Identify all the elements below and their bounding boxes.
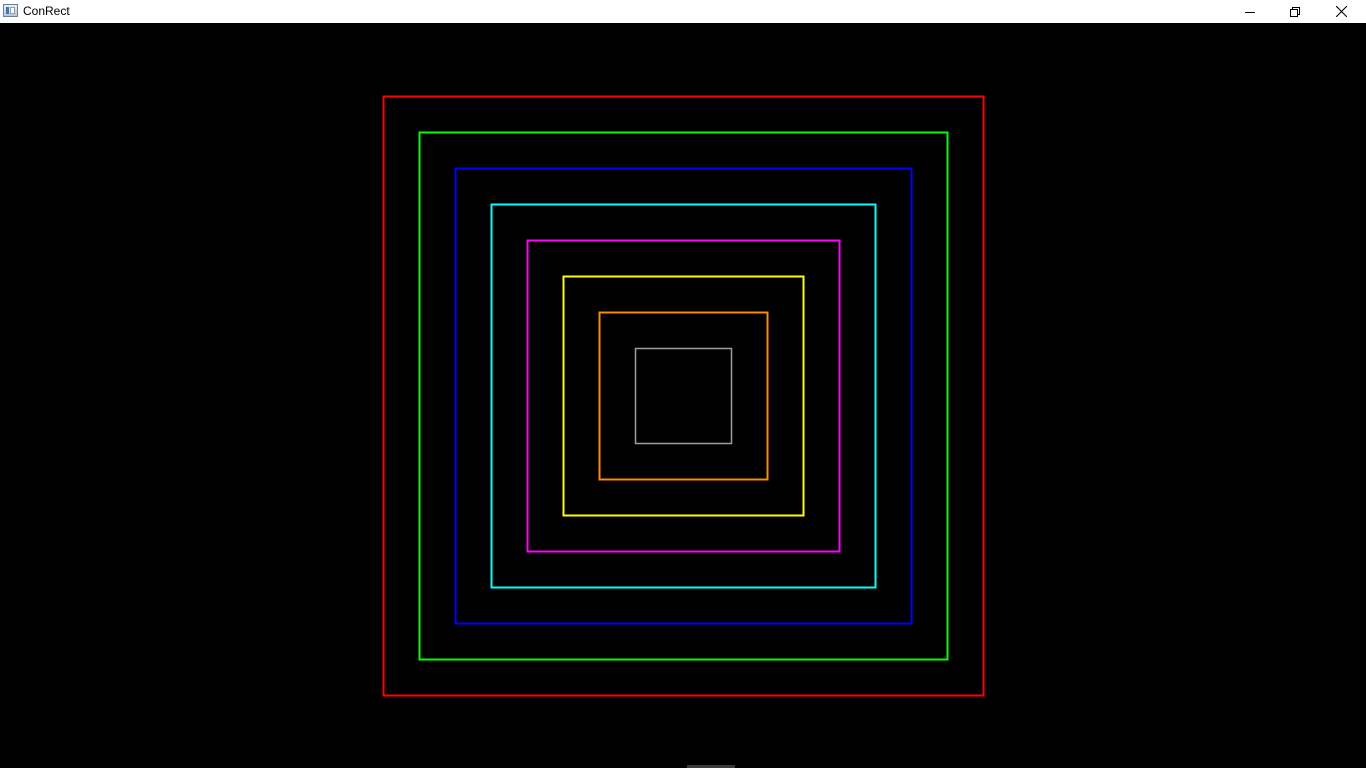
app-window-icon[interactable] (3, 4, 18, 17)
close-button[interactable] (1318, 0, 1364, 23)
minimize-icon (1245, 7, 1255, 17)
rect-gray (634, 347, 733, 445)
rect-orange (598, 311, 769, 481)
window-title: ConRect (23, 4, 70, 18)
rect-red (382, 95, 985, 697)
title-bar[interactable]: ConRect (0, 0, 1366, 23)
drawing-canvas (0, 23, 1366, 768)
restore-button[interactable] (1272, 0, 1318, 23)
restore-icon (1290, 6, 1300, 17)
rect-blue (454, 167, 913, 625)
rect-green (418, 131, 949, 661)
minimize-button[interactable] (1227, 0, 1273, 23)
concentric-rectangles (382, 95, 985, 697)
app-window: ConRect (0, 0, 1366, 768)
rect-magenta (526, 239, 841, 553)
rect-cyan (490, 203, 877, 589)
close-icon (1335, 6, 1347, 17)
